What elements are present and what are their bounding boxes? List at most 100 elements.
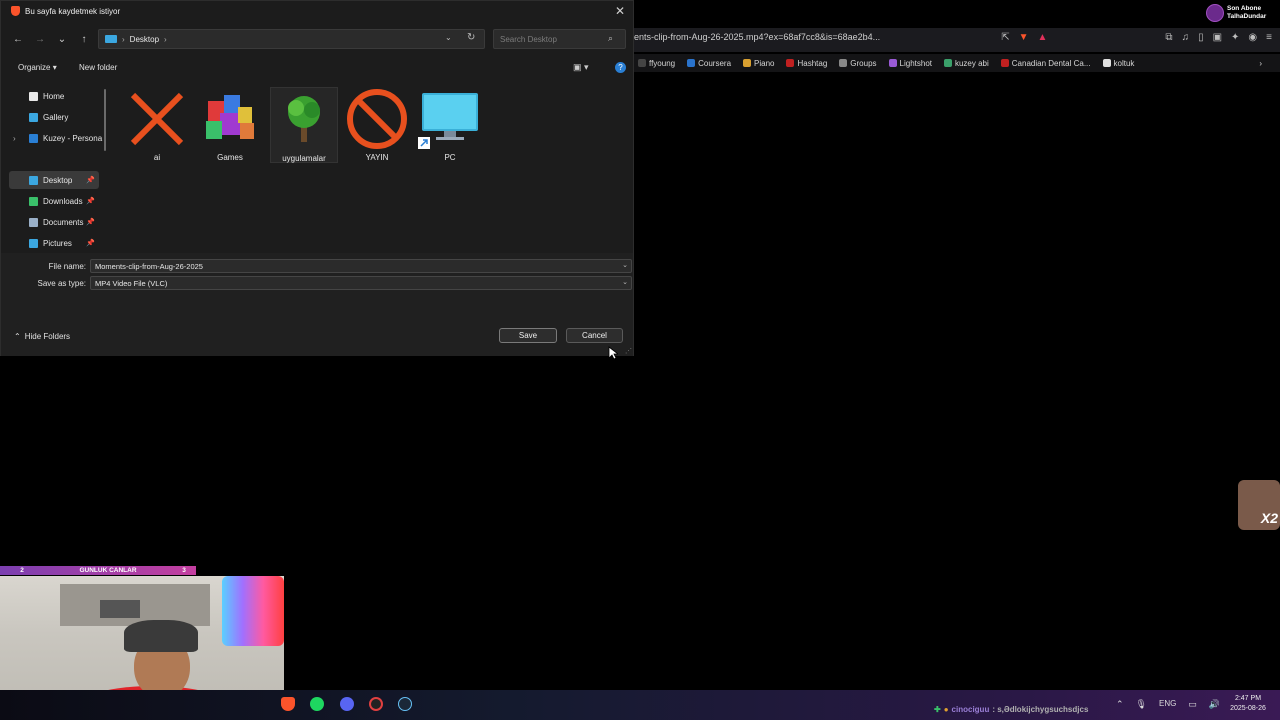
bookmark-icon <box>839 59 848 67</box>
nav-scrollbar[interactable] <box>104 89 106 151</box>
organize-button[interactable]: Organize ▾ <box>18 63 57 72</box>
browser-url[interactable]: ents-clip-from-Aug-26-2025.mp4?ex=68af7c… <box>634 32 880 42</box>
new-folder-button[interactable]: New folder <box>79 63 117 72</box>
desktop-folder-icon <box>29 175 38 185</box>
save-dialog: Bu sayfa kaydetmek istiyor ✕ ← → ⌄ ↑ › D… <box>0 0 634 356</box>
up-arrow-icon[interactable]: ↑ <box>77 34 91 45</box>
address-dropdown-icon[interactable]: ⌄ <box>445 33 452 42</box>
badge-line2: TalhaDundar <box>1227 13 1267 20</box>
menu-icon[interactable]: ≡ <box>1266 32 1272 43</box>
file-item[interactable]: uygulamalar <box>270 87 338 163</box>
brave-shield-icon[interactable]: ▼ <box>1019 32 1029 43</box>
browser-toolbar-icons: ⇱ ▼ ▲ ⧉ ♫ ▯ ▣ ✦ ◉ ≡ <box>1001 32 1272 43</box>
dialog-titlebar[interactable]: Bu sayfa kaydetmek istiyor <box>1 1 633 21</box>
bookmark-icon <box>638 59 646 67</box>
prohibited-icon <box>345 87 409 151</box>
spotify-icon[interactable] <box>310 697 324 711</box>
save-type-select[interactable]: MP4 Video File (VLC) ⌄ <box>90 276 632 290</box>
gallery-icon <box>29 112 38 122</box>
avatar <box>1206 4 1224 22</box>
sidebar-item-label: Pictures <box>43 238 72 248</box>
refresh-icon[interactable]: ↻ <box>467 32 475 43</box>
chevron-up-icon[interactable]: ⌃ <box>1116 699 1124 710</box>
bookmark-label: ffyoung <box>649 58 676 68</box>
sidebar-item-label: Gallery <box>43 112 69 122</box>
sidebar-item-downloads[interactable]: Downloads 📌 <box>9 192 99 210</box>
file-name: PC <box>444 153 456 162</box>
bookmark-item[interactable]: Hashtag <box>786 59 827 68</box>
bookmark-item[interactable]: Canadian Dental Ca... <box>1000 59 1091 68</box>
last-subscriber-badge: Son Abone TalhaDundar <box>1206 2 1280 24</box>
pin-icon: 📌 <box>86 240 95 247</box>
tree-icon <box>272 88 336 152</box>
file-item[interactable]: Games <box>196 87 264 163</box>
speaker-icon[interactable]: 🔊 <box>1209 699 1220 710</box>
sidebar-item-documents[interactable]: Documents 📌 <box>9 213 99 231</box>
cancel-button[interactable]: Cancel <box>566 328 623 343</box>
file-name-field[interactable]: Moments-clip-from-Aug-26-2025 ⌄ <box>90 259 632 273</box>
microphone-icon[interactable]: 🎙 <box>1136 699 1147 710</box>
chevron-down-icon[interactable]: ⌄ <box>622 261 628 269</box>
bookmark-icon <box>888 59 897 67</box>
vpn-icon[interactable]: ◉ <box>1248 32 1257 43</box>
clock[interactable]: 2:47 PM 2025-08-26 <box>1222 694 1274 714</box>
bookmark-icon <box>786 59 795 67</box>
brave-icon[interactable] <box>281 697 295 711</box>
language-indicator[interactable]: ENG <box>1159 699 1176 710</box>
view-options-button[interactable]: ▣ ▾ <box>573 62 589 73</box>
home-icon <box>29 91 38 101</box>
steam-icon[interactable] <box>398 697 412 711</box>
bookmark-item[interactable]: ffyoung <box>638 59 675 68</box>
close-icon[interactable]: ✕ <box>615 4 625 18</box>
help-icon[interactable]: ? <box>615 62 626 73</box>
save-button[interactable]: Save <box>499 328 557 343</box>
rewards-icon[interactable]: ▲ <box>1038 32 1048 43</box>
back-arrow-icon[interactable]: ← <box>11 34 25 45</box>
sidebar-item-gallery[interactable]: Gallery <box>9 108 99 126</box>
hide-folders-button[interactable]: ⌃ Hide Folders <box>14 332 70 341</box>
save-type-value: MP4 Video File (VLC) <box>95 279 168 288</box>
extensions-icon[interactable]: ⧉ <box>1165 32 1172 43</box>
breadcrumb[interactable]: Desktop <box>130 35 159 44</box>
chevron-right-icon: › <box>122 34 125 44</box>
bookmark-label: Groups <box>850 58 877 68</box>
recent-chevron-icon[interactable]: ⌄ <box>55 34 69 45</box>
search-icon[interactable]: ⌕ <box>608 33 613 44</box>
bookmark-label: Hashtag <box>797 58 828 68</box>
resize-grip[interactable]: ⋰ <box>625 347 632 355</box>
wallet-icon[interactable]: ▣ <box>1213 32 1222 43</box>
sidebar-item-pictures[interactable]: Pictures 📌 <box>9 234 99 252</box>
app-icon[interactable] <box>369 697 383 711</box>
expand-chevron-icon[interactable]: › <box>13 134 16 143</box>
forward-arrow-icon[interactable]: → <box>33 34 47 45</box>
discord-icon[interactable] <box>340 697 354 711</box>
sidebar-item-kuzey[interactable]: › Kuzey - Persona <box>9 129 102 147</box>
address-bar[interactable]: › Desktop › <box>98 29 485 49</box>
bookmark-item[interactable]: Coursera <box>687 59 731 68</box>
music-icon[interactable]: ♫ <box>1182 32 1190 43</box>
chevron-right-icon[interactable]: › <box>164 35 167 44</box>
bookmark-icon <box>943 59 952 67</box>
ticker-message: : s,Ədlokijchygsuchsdjcs <box>992 705 1089 714</box>
bookmark-item[interactable]: kuzey abi <box>943 59 989 68</box>
bookmark-item[interactable]: Lightshot <box>888 59 932 68</box>
mouse-cursor-icon <box>608 346 618 360</box>
bookmark-label: Coursera <box>698 58 732 68</box>
share-icon[interactable]: ⇱ <box>1001 32 1009 43</box>
file-item[interactable]: ai <box>123 87 191 163</box>
file-item[interactable]: PC <box>416 87 484 163</box>
sidebar-icon[interactable]: ▯ <box>1198 32 1204 43</box>
chevron-down-icon[interactable]: ⌄ <box>622 278 628 286</box>
bookmark-item[interactable]: koltuk <box>1102 59 1134 68</box>
sidebar-item-desktop[interactable]: Desktop 📌 <box>9 171 99 189</box>
display-icon[interactable]: ▭ <box>1188 699 1197 710</box>
search-input[interactable]: Search Desktop <box>493 29 626 49</box>
file-item[interactable]: YAYIN <box>343 87 411 163</box>
bookmark-item[interactable]: Groups <box>839 58 877 68</box>
file-name-value: Moments-clip-from-Aug-26-2025 <box>95 262 203 271</box>
leo-icon[interactable]: ✦ <box>1231 32 1239 43</box>
bookmark-item[interactable]: Piano <box>743 59 774 68</box>
bookmark-icon <box>1102 59 1111 67</box>
sidebar-item-home[interactable]: Home <box>9 87 99 105</box>
bookmarks-overflow-icon[interactable]: › <box>1259 59 1262 68</box>
